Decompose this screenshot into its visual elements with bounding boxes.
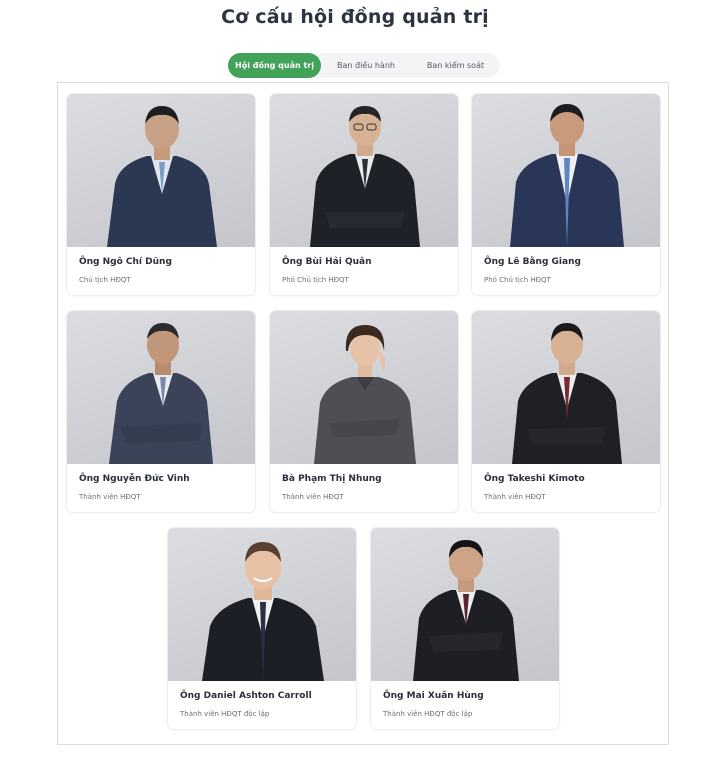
member-role: Thành viên HĐQT <box>79 493 141 501</box>
member-card[interactable]: Ông Ngô Chí Dũng Chủ tịch HĐQT <box>66 93 256 296</box>
member-name: Ông Takeshi Kimoto <box>484 474 585 484</box>
member-name: Ông Mai Xuân Hùng <box>383 691 484 701</box>
tab-executive-board[interactable]: Ban điều hành <box>321 53 411 78</box>
member-role: Phó Chủ tịch HĐQT <box>282 276 349 284</box>
member-role: Thành viên HĐQT độc lập <box>180 710 270 718</box>
member-photo <box>67 311 255 464</box>
member-role: Phó Chủ tịch HĐQT <box>484 276 551 284</box>
member-card[interactable]: Ông Daniel Ashton Carroll Thành viên HĐQ… <box>167 527 357 730</box>
member-name: Ông Nguyễn Đức Vinh <box>79 474 190 484</box>
member-card[interactable]: Ông Lê Bằng Giang Phó Chủ tịch HĐQT <box>471 93 661 296</box>
tab-board-of-directors[interactable]: Hội đồng quản trị <box>228 53 321 78</box>
member-role: Thành viên HĐQT <box>484 493 546 501</box>
page-title: Cơ cấu hội đồng quản trị <box>221 6 489 28</box>
member-name: Bà Phạm Thị Nhung <box>282 474 382 484</box>
member-photo <box>270 94 458 247</box>
member-photo <box>168 528 356 681</box>
member-photo <box>472 311 660 464</box>
member-name: Ông Bùi Hải Quân <box>282 257 372 267</box>
member-name: Ông Daniel Ashton Carroll <box>180 691 312 701</box>
member-card[interactable]: Ông Mai Xuân Hùng Thành viên HĐQT độc lậ… <box>370 527 560 730</box>
member-card[interactable]: Ông Nguyễn Đức Vinh Thành viên HĐQT <box>66 310 256 513</box>
member-role: Thành viên HĐQT <box>282 493 344 501</box>
tab-supervisory-board[interactable]: Ban kiểm soát <box>411 53 500 78</box>
member-card[interactable]: Ông Takeshi Kimoto Thành viên HĐQT <box>471 310 661 513</box>
member-role: Thành viên HĐQT độc lập <box>383 710 473 718</box>
member-card[interactable]: Bà Phạm Thị Nhung Thành viên HĐQT <box>269 310 459 513</box>
member-photo <box>270 311 458 464</box>
member-name: Ông Lê Bằng Giang <box>484 257 581 267</box>
tab-bar: Hội đồng quản trị Ban điều hành Ban kiểm… <box>228 53 500 78</box>
member-photo <box>371 528 559 681</box>
member-photo <box>67 94 255 247</box>
member-card[interactable]: Ông Bùi Hải Quân Phó Chủ tịch HĐQT <box>269 93 459 296</box>
member-role: Chủ tịch HĐQT <box>79 276 131 284</box>
member-photo <box>472 94 660 247</box>
member-name: Ông Ngô Chí Dũng <box>79 257 172 267</box>
members-panel: Ông Ngô Chí Dũng Chủ tịch HĐQT Ông Bùi H… <box>57 82 669 745</box>
